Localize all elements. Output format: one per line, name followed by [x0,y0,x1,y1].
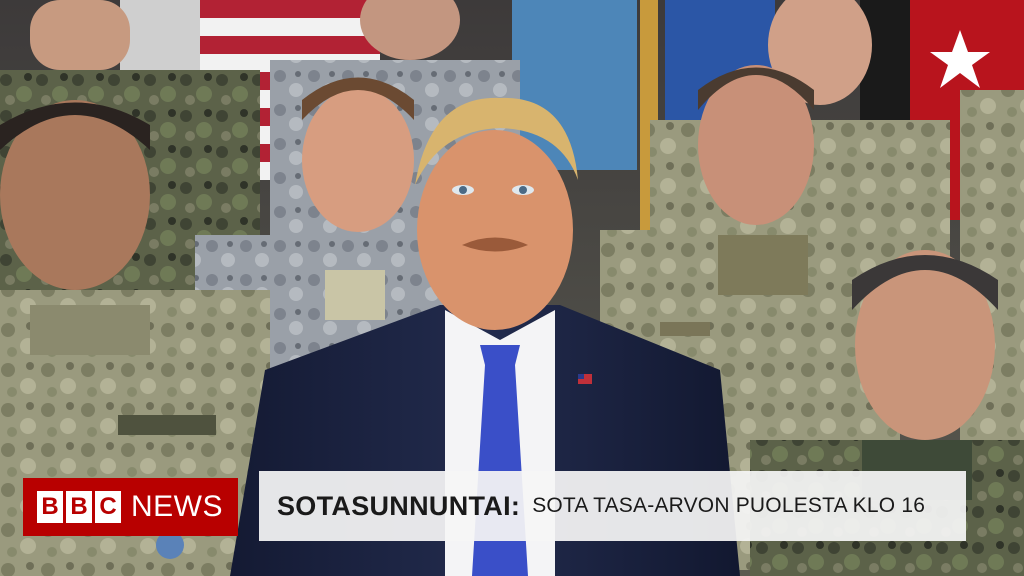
bbc-block-c: C [95,491,121,523]
strap-title: SOTASUNNUNTAI: [277,490,521,521]
caption-strap: SOTASUNNUNTAI: SOTA TASA-ARVON PUOLESTA … [259,471,966,541]
bbc-block-b1: B [37,491,63,523]
strap-text: SOTA TASA-ARVON PUOLESTA KLO 16 [532,494,926,517]
news-wordmark: NEWS [131,490,223,523]
bbc-blocks: B B C [37,491,121,523]
bbc-news-logo: B B C NEWS [23,478,238,536]
bbc-block-b2: B [66,491,92,523]
